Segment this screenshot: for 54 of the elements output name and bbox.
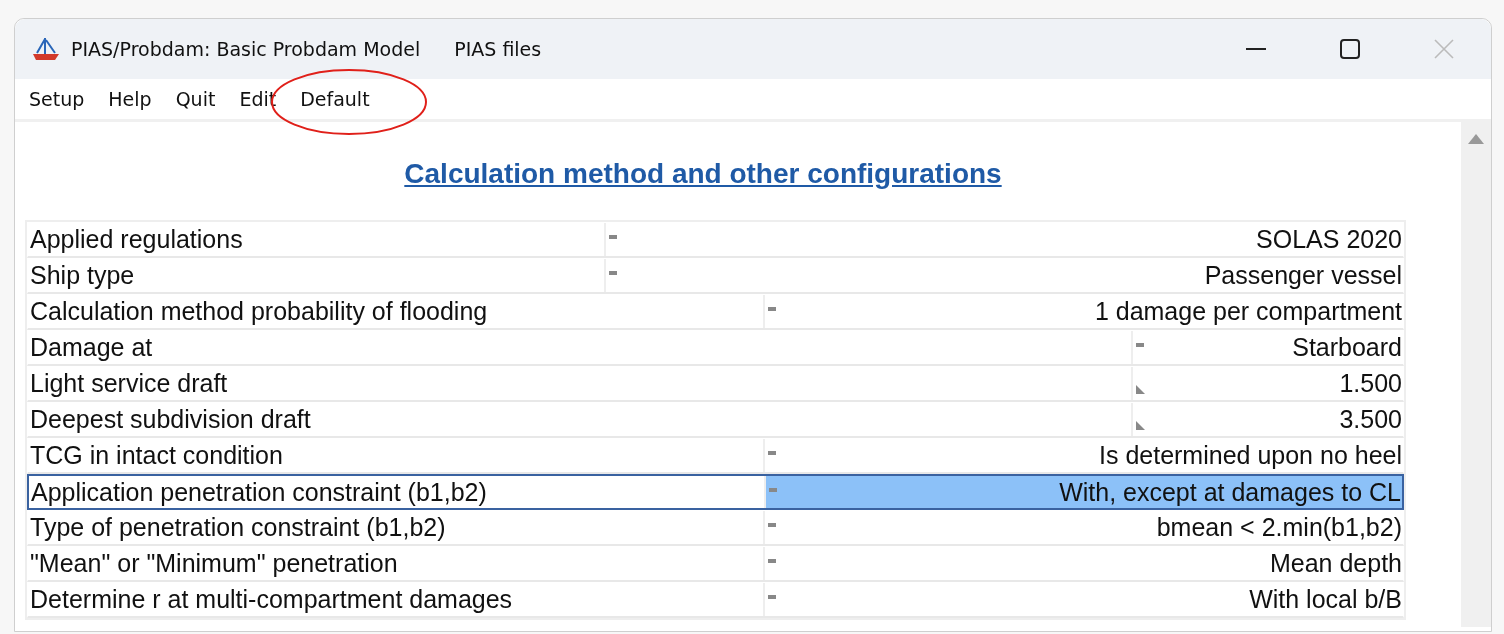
menu-item[interactable]: Quit — [175, 88, 216, 110]
setting-value[interactable]: With local b/B — [1249, 585, 1402, 613]
close-icon[interactable] — [1434, 39, 1454, 59]
setting-value[interactable]: 1 damage per compartment — [1094, 297, 1402, 325]
setting-label: Ship type — [30, 261, 135, 289]
dropdown-marker-icon — [768, 307, 776, 311]
ship-icon — [31, 36, 61, 62]
table-row[interactable]: Light service draft 1.500 — [27, 366, 1404, 402]
table-row[interactable]: Applied regulations SOLAS 2020 — [27, 222, 1404, 258]
table-row[interactable]: "Mean" or "Minimum" penetration Mean depth — [27, 546, 1404, 582]
setting-value[interactable]: SOLAS 2020 — [1256, 225, 1402, 253]
page-heading: Calculation method and other configurations — [404, 158, 1002, 189]
setting-label: "Mean" or "Minimum" penetration — [30, 549, 398, 577]
setting-label: Light service draft — [30, 369, 228, 397]
menu-item[interactable]: Default — [300, 88, 370, 110]
dropdown-marker-icon — [768, 595, 776, 599]
setting-label: Determine r at multi-compartment damages — [30, 585, 513, 613]
table-row[interactable]: Deepest subdivision draft 3.500 — [27, 402, 1404, 438]
setting-label: TCG in intact condition — [30, 441, 283, 469]
dropdown-marker-icon — [769, 488, 777, 492]
window-subtitle: PIAS files — [454, 38, 542, 60]
setting-value[interactable]: 3.500 — [1339, 405, 1402, 433]
setting-value[interactable]: Is determined upon no heel — [1099, 441, 1402, 469]
setting-label: Application penetration constraint (b1,b2) — [31, 478, 487, 506]
dropdown-marker-icon — [768, 559, 776, 563]
setting-label: Deepest subdivision draft — [30, 405, 311, 433]
dropdown-marker-icon — [768, 523, 776, 527]
table-row[interactable]: Determine r at multi-compartment damages With local b/B — [27, 582, 1404, 618]
setting-label: Applied regulations — [30, 225, 243, 253]
setting-label: Type of penetration constraint (b1,b2) — [30, 513, 446, 541]
setting-value[interactable]: 1.500 — [1339, 369, 1402, 397]
setting-label: Damage at — [30, 333, 153, 361]
scroll-up-icon[interactable] — [1468, 132, 1484, 144]
table-row[interactable]: Type of penetration constraint (b1,b2) bmean < 2.min(b1,b2) — [27, 510, 1404, 546]
dropdown-marker-icon — [609, 271, 617, 275]
table-row[interactable]: Application penetration constraint (b1,b2) With, except at damages to CL — [27, 474, 1404, 510]
setting-label: Calculation method probability of flooding — [30, 297, 488, 325]
setting-value[interactable]: Passenger vessel — [1204, 261, 1402, 289]
menu-item[interactable]: Setup — [29, 88, 85, 110]
setting-value[interactable]: Starboard — [1292, 333, 1402, 361]
setting-value[interactable]: bmean < 2.min(b1,b2) — [1156, 513, 1402, 541]
menu-item[interactable]: Help — [108, 88, 152, 110]
dropdown-marker-icon — [609, 235, 617, 239]
table-row[interactable]: TCG in intact condition Is determined upon no heel — [27, 438, 1404, 474]
table-row[interactable]: Damage at Starboard — [27, 330, 1404, 366]
table-row[interactable]: Ship type Passenger vessel — [27, 258, 1404, 294]
setting-value[interactable]: Mean depth — [1269, 549, 1402, 577]
corner-marker-icon — [1136, 421, 1145, 430]
corner-marker-icon — [1136, 385, 1145, 394]
maximize-icon[interactable] — [1340, 39, 1360, 59]
dropdown-marker-icon — [1136, 343, 1144, 347]
window-title: PIAS/Probdam: Basic Probdam Model — [71, 38, 421, 60]
dropdown-marker-icon — [768, 451, 776, 455]
table-row[interactable]: Calculation method probability of flooding 1 damage per compartment — [27, 294, 1404, 330]
